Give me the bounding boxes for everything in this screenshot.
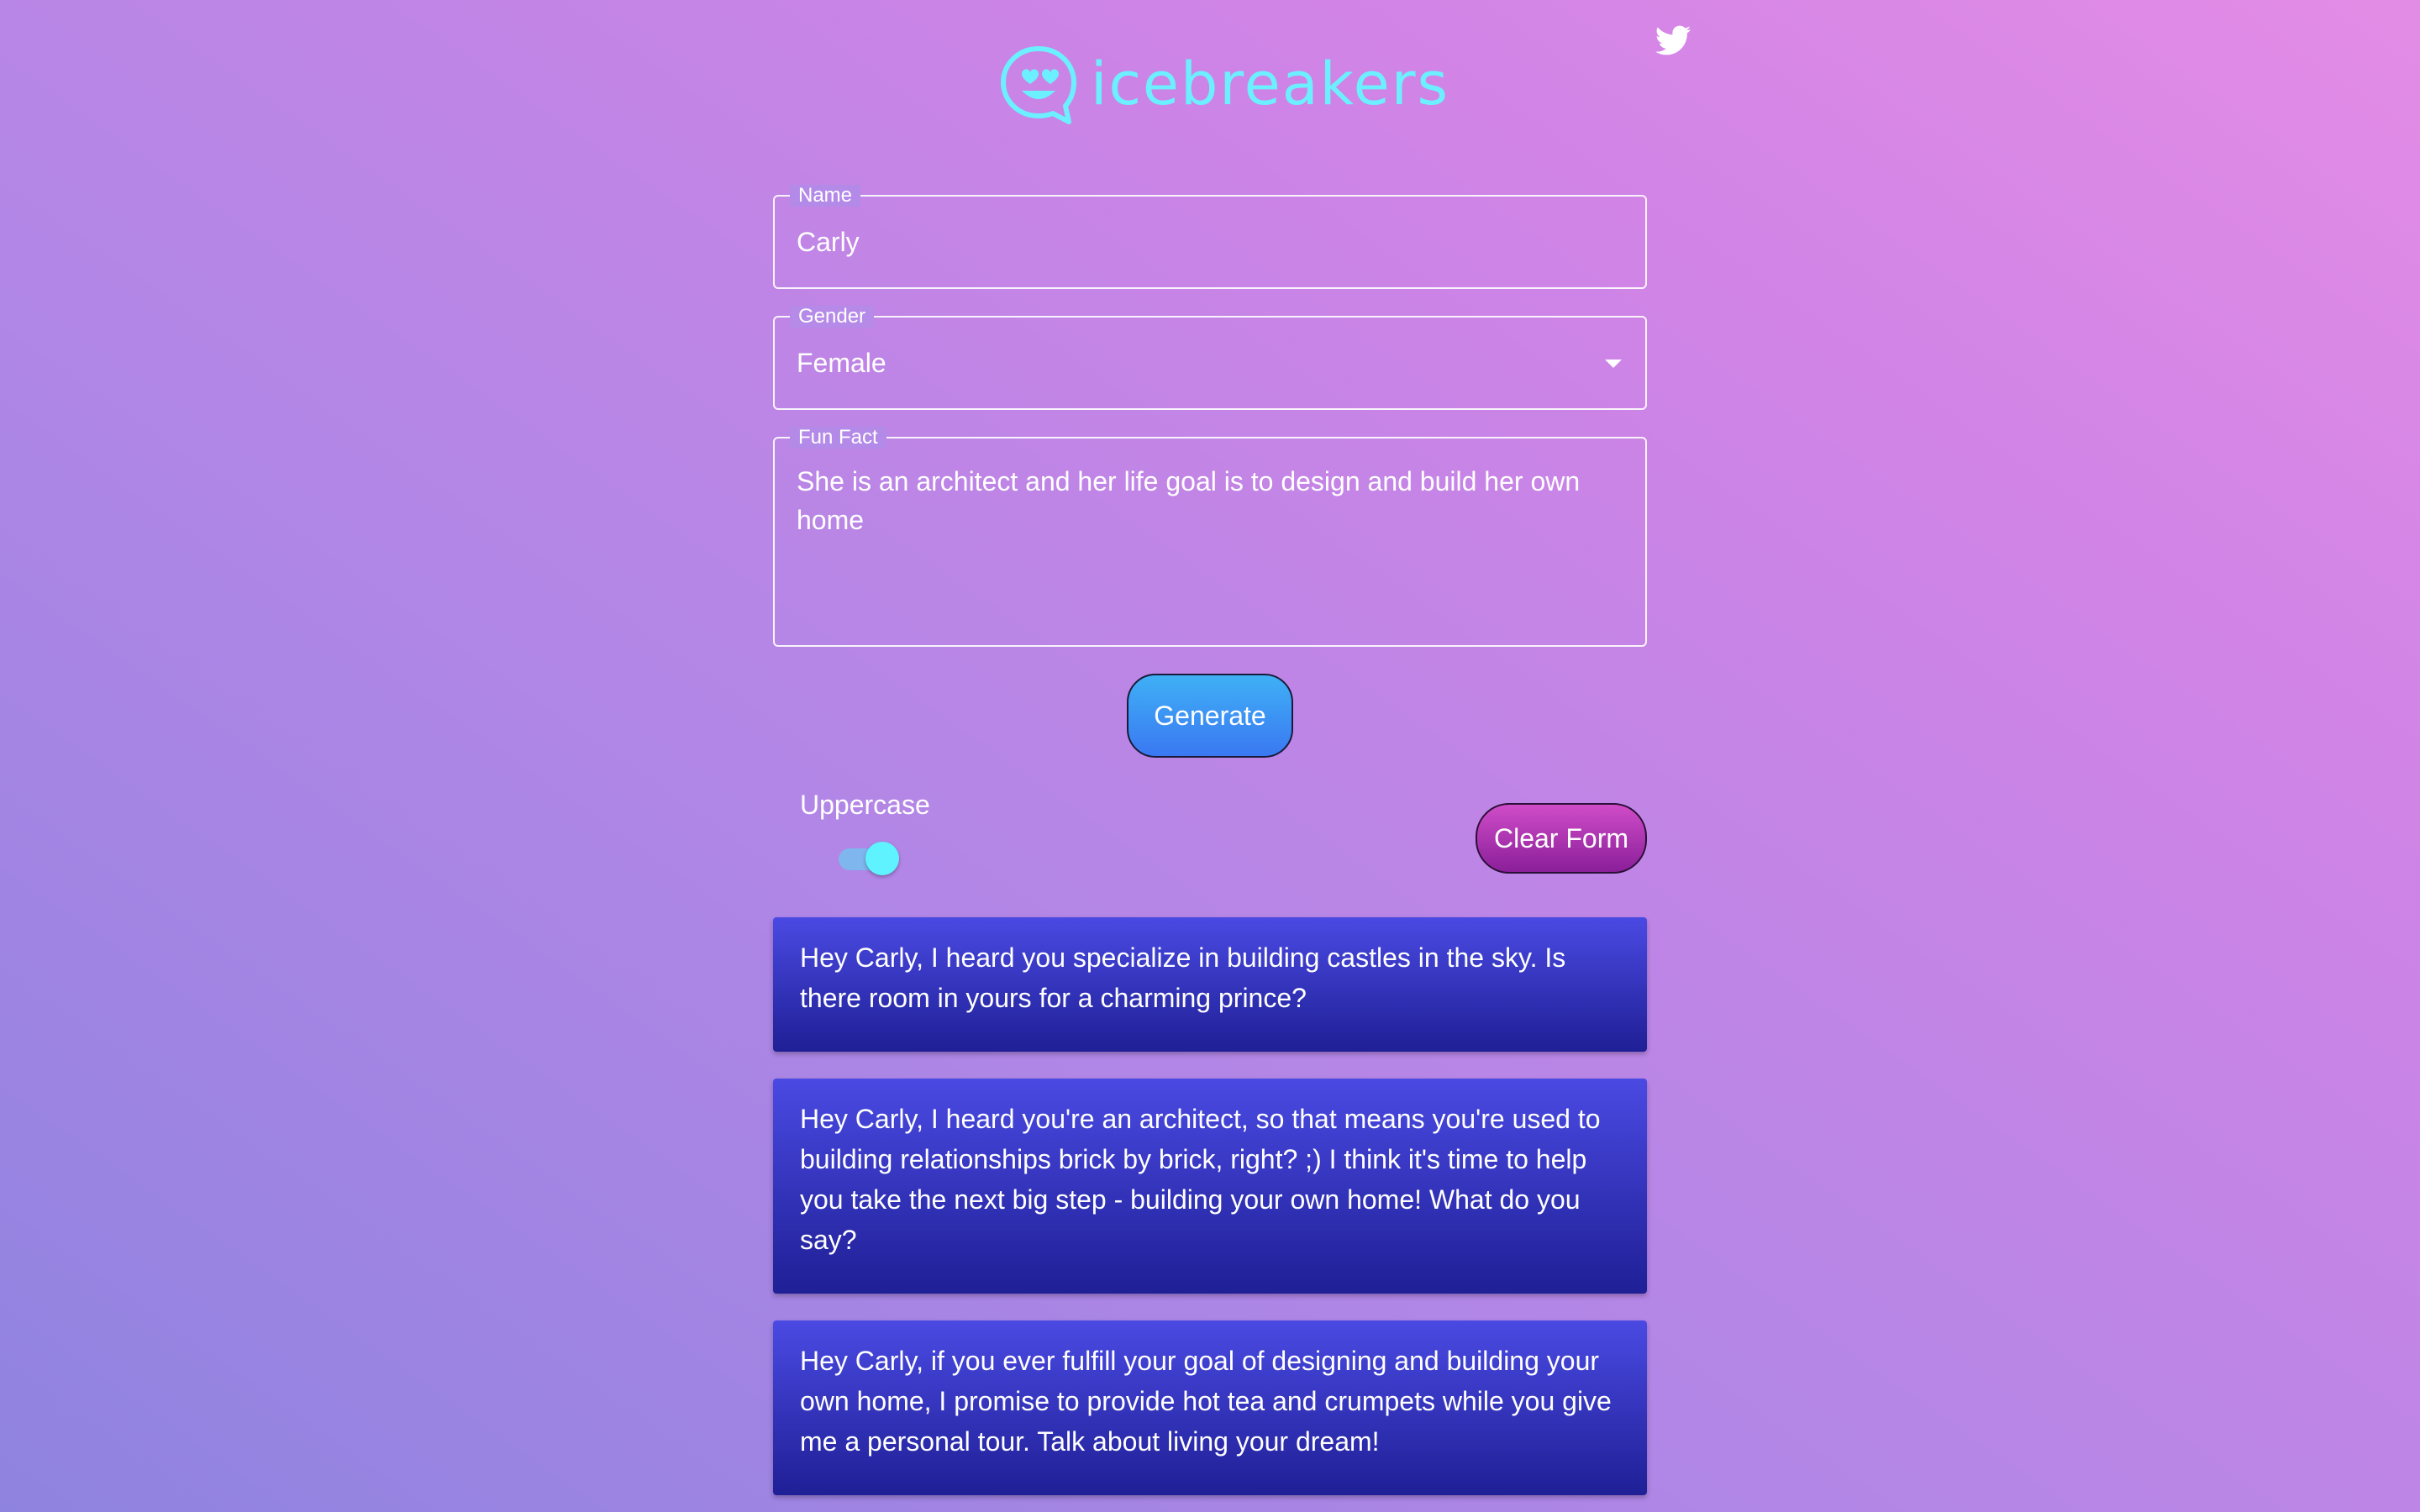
uppercase-label: Uppercase — [800, 790, 930, 820]
fun-fact-label: Fun Fact — [790, 427, 886, 449]
gender-selected-value[interactable]: Female — [797, 343, 886, 383]
app-title: icebreakers — [1091, 50, 1449, 118]
clear-form-button[interactable]: Clear Form — [1476, 803, 1647, 874]
caret-down-icon[interactable] — [1605, 360, 1622, 368]
app-logo: icebreakers — [998, 42, 1449, 126]
gender-select[interactable]: Gender Female — [773, 306, 1647, 410]
name-field[interactable]: Name Carly — [773, 185, 1647, 289]
icebreaker-card: Hey Carly, I heard you're an architect, … — [773, 1079, 1647, 1294]
fun-fact-textarea[interactable]: She is an architect and her life goal is… — [797, 462, 1612, 539]
name-label: Name — [790, 185, 861, 207]
twitter-button[interactable] — [1654, 22, 1692, 60]
fun-fact-field[interactable]: Fun Fact She is an architect and her lif… — [773, 427, 1647, 647]
gender-label: Gender — [790, 306, 875, 328]
generate-button[interactable]: Generate — [1127, 674, 1293, 758]
name-input[interactable]: Carly — [797, 222, 860, 262]
smiley-heart-eyes-chat-bubble-icon — [1001, 46, 1076, 124]
icebreaker-card: Hey Carly, I heard you specialize in bui… — [773, 917, 1647, 1052]
icebreaker-card: Hey Carly, if you ever fulfill your goal… — [773, 1320, 1647, 1495]
uppercase-toggle[interactable] — [835, 840, 899, 877]
toggle-thumb[interactable] — [865, 842, 899, 875]
twitter-bird-icon — [1655, 25, 1691, 55]
